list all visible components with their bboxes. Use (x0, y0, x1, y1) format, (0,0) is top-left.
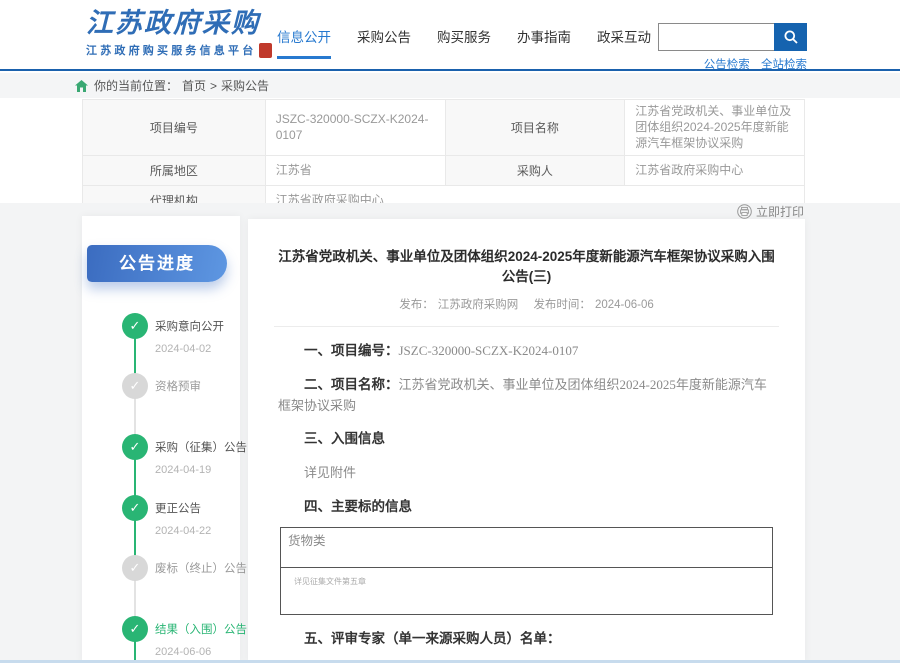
timeline-item-intent[interactable]: 采购意向公开 (155, 318, 224, 334)
section-subject-heading: 四、主要标的信息 (278, 497, 775, 517)
publisher: 江苏政府采购网 (438, 299, 519, 311)
timeline-item-solicitation[interactable]: 采购（征集）公告 (155, 439, 247, 455)
breadcrumb: 你的当前位置： 首页 > 采购公告 (0, 73, 900, 98)
check-icon (122, 313, 148, 339)
region-value: 江苏省 (265, 155, 445, 185)
page: 江苏政府采购 江苏政府购买服务信息平台 信息公开 采购公告 购买服务 办事指南 … (0, 0, 900, 663)
logo-title: 江苏政府采购 (86, 9, 272, 39)
timeline-date: 2024-04-22 (155, 525, 211, 537)
publish-time: 2024-06-06 (595, 299, 654, 311)
logo-subtitle: 江苏政府购买服务信息平台 (86, 42, 256, 58)
timeline-date: 2024-06-06 (155, 646, 211, 658)
project-number-value: JSZC-320000-SCZX-K2024-0107 (265, 100, 445, 156)
announcement-search-link[interactable]: 公告检索 (704, 59, 750, 71)
timeline-date: 2024-04-02 (155, 343, 211, 355)
announcement-title: 江苏省党政机关、事业单位及团体组织2024-2025年度新能源汽车框架协议采购入… (274, 245, 779, 285)
progress-timeline: 采购意向公开 2024-04-02 资格预审 采购（征集）公告 2024-04-… (82, 216, 240, 663)
project-name-label: 项目名称 (445, 100, 625, 156)
nav-interaction[interactable]: 政采互动 (597, 26, 651, 59)
check-icon (122, 616, 148, 642)
publish-time-label: 发布时间： (533, 299, 591, 311)
breadcrumb-prefix: 你的当前位置： (94, 77, 178, 94)
nav-service-guide[interactable]: 办事指南 (517, 26, 571, 59)
project-name-value: 江苏省党政机关、事业单位及团体组织2024-2025年度新能源汽车框架协议采购 (625, 100, 805, 156)
site-logo[interactable]: 江苏政府采购 江苏政府购买服务信息平台 (86, 9, 272, 58)
breadcrumb-home[interactable]: 首页 (182, 77, 206, 94)
section-shortlist-heading: 三、入围信息 (278, 429, 775, 449)
announcement-card: 江苏省党政机关、事业单位及团体组织2024-2025年度新能源汽车框架协议采购入… (248, 219, 805, 663)
timeline-item-termination[interactable]: 废标（终止）公告 (155, 560, 247, 576)
search-links: 公告检索 全站检索 (658, 56, 807, 72)
section-experts-heading: 五、评审专家（单一来源采购人员）名单： (278, 629, 775, 649)
nav-procurement-announcements[interactable]: 采购公告 (357, 26, 411, 59)
table-row: 所属地区 江苏省 采购人 江苏省政府采购中心 (83, 155, 805, 185)
nav-info-disclosure[interactable]: 信息公开 (277, 26, 331, 59)
announcement-body: 一、项目编号：JSZC-320000-SCZX-K2024-0107 二、项目名… (278, 341, 775, 663)
region-label: 所属地区 (83, 155, 266, 185)
table-row: 项目编号 JSZC-320000-SCZX-K2024-0107 项目名称 江苏… (83, 100, 805, 156)
section-project-number: 一、项目编号：JSZC-320000-SCZX-K2024-0107 (278, 341, 775, 361)
check-icon (122, 434, 148, 460)
nav-purchase-services[interactable]: 购买服务 (437, 26, 491, 59)
timeline-item-correction[interactable]: 更正公告 (155, 500, 201, 516)
check-icon (122, 495, 148, 521)
print-icon (737, 204, 752, 219)
section-shortlist-value: 详见附件 (278, 463, 775, 483)
divider (274, 326, 779, 327)
print-label: 立即打印 (756, 203, 804, 220)
search-button[interactable] (774, 23, 807, 51)
seal-icon (259, 43, 272, 58)
subject-info-box: 货物类 详见征集文件第五章 (280, 527, 773, 615)
search-icon (783, 29, 799, 45)
announcement-meta: 发布： 江苏政府采购网 发布时间： 2024-06-06 (248, 296, 805, 312)
purchaser-label: 采购人 (445, 155, 625, 185)
home-icon[interactable] (75, 80, 88, 92)
subject-category: 货物类 (281, 528, 772, 568)
check-icon (122, 555, 148, 581)
project-number-label: 项目编号 (83, 100, 266, 156)
subject-detail-note: 详见征集文件第五章 (281, 568, 772, 614)
search-input[interactable] (658, 23, 774, 51)
site-search-link[interactable]: 全站检索 (761, 59, 807, 71)
site-header: 江苏政府采购 江苏政府购买服务信息平台 信息公开 采购公告 购买服务 办事指南 … (0, 0, 900, 71)
print-button[interactable]: 立即打印 (737, 203, 804, 220)
breadcrumb-separator: > (210, 79, 217, 93)
timeline-item-result[interactable]: 结果（入围）公告 (155, 621, 247, 637)
project-info-table: 项目编号 JSZC-320000-SCZX-K2024-0107 项目名称 江苏… (82, 99, 805, 216)
progress-sidebar: 公告进度 采购意向公开 2024-04-02 资格预审 采购（征集）公告 202… (82, 216, 240, 663)
breadcrumb-current[interactable]: 采购公告 (221, 77, 269, 94)
search-bar (658, 23, 807, 51)
purchaser-value: 江苏省政府采购中心 (625, 155, 805, 185)
check-icon (122, 373, 148, 399)
timeline-date: 2024-04-19 (155, 464, 211, 476)
section-project-name: 二、项目名称：江苏省党政机关、事业单位及团体组织2024-2025年度新能源汽车… (278, 375, 775, 415)
timeline-item-prequalification[interactable]: 资格预审 (155, 378, 201, 394)
publisher-label: 发布： (399, 299, 434, 311)
